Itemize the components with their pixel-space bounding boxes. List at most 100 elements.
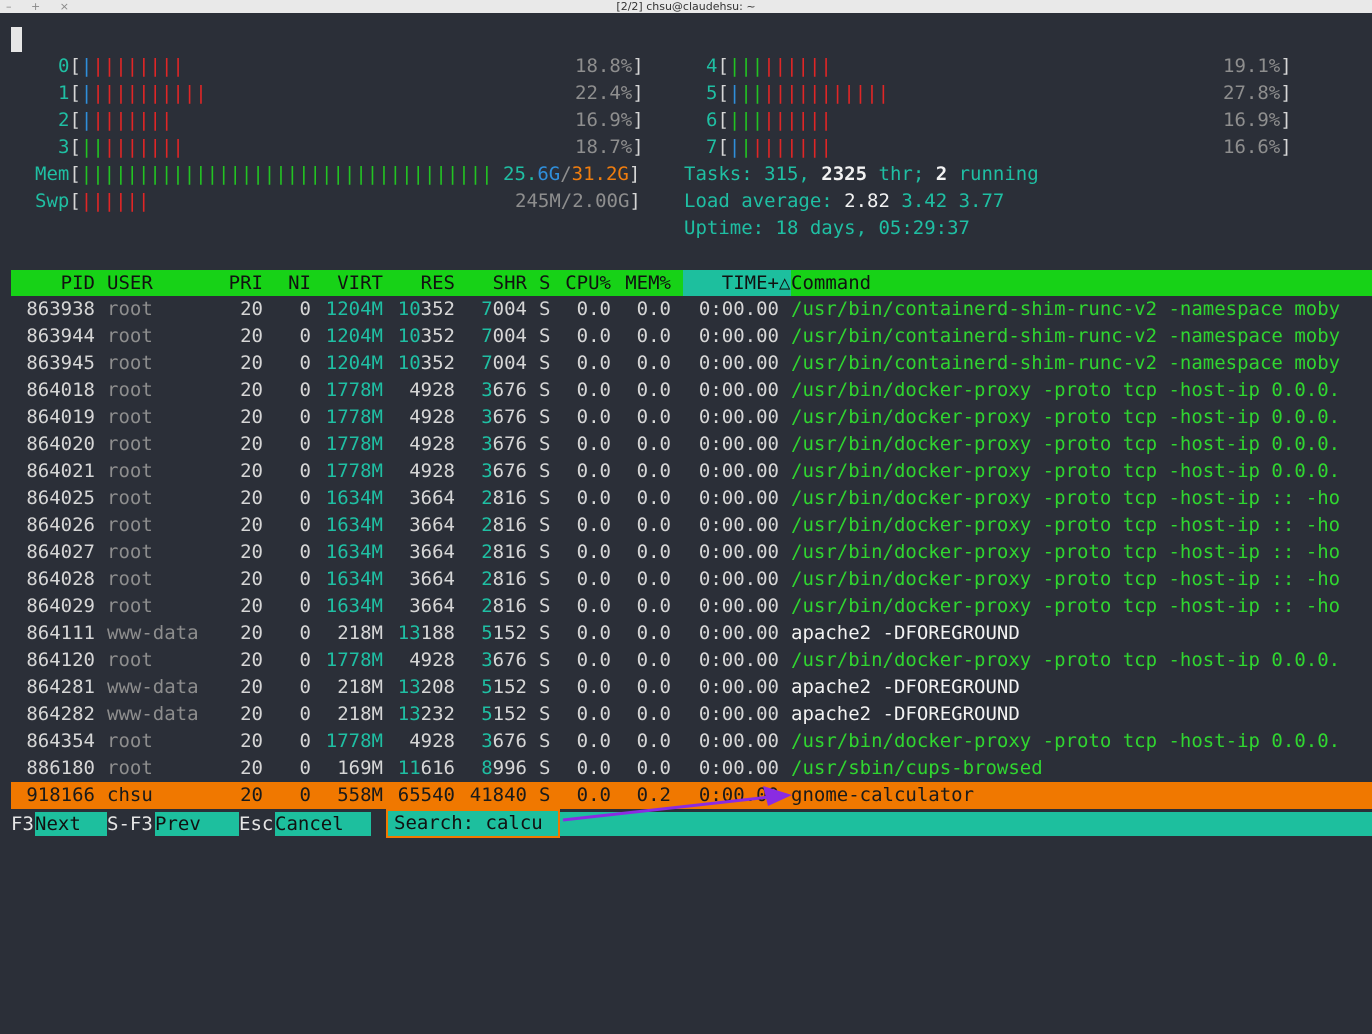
cell-ni: 0 [299,757,311,779]
cell-user: root [107,595,153,617]
cell-res-low: 352 [420,325,455,347]
cell-shr: 5152 [467,620,527,647]
next-button[interactable]: Next [35,812,107,836]
cell-ni: 0 [299,379,311,401]
cell-res: 65540 [395,782,455,809]
cpu-meter-6: 6[||||||||| [706,109,832,131]
col-command[interactable]: Command [791,270,871,296]
cell-res: 10352 [395,323,455,350]
cell-cpu: 0.0 [576,487,611,509]
shift-f3-key[interactable]: S-F3 [107,810,153,838]
cell-s: S [539,568,551,590]
prev-button[interactable]: Prev [155,812,239,836]
process-row[interactable]: 864025 root 20 0 1634M 3664 2816 S 0.0 0.0 0:00.00… [11,485,1372,512]
process-row[interactable]: 864282 www-data 20 0 218M 13232 5152 S 0.0 0.0 0:0… [11,701,1372,728]
cell-shr: 5152 [467,701,527,728]
process-row[interactable]: 863938 root 20 0 1204M 10352 7004 S 0.0 0.0 0:00.0… [11,296,1372,323]
tasks-thr-label: thr; [867,163,936,185]
load-label: Load average: [684,190,845,212]
process-row[interactable]: 864029 root 20 0 1634M 3664 2816 S 0.0 0.0 0:00.00… [11,593,1372,620]
cell-res: 3664 [395,539,455,566]
cell-s: S [539,433,551,455]
process-row[interactable]: 864027 root 20 0 1634M 3664 2816 S 0.0 0.0 0:00.00… [11,539,1372,566]
cell-shr-low: 676 [492,379,527,401]
col-state[interactable]: S [539,270,550,296]
cell-res: 3664 [395,593,455,620]
cpu-id: 4 [706,55,718,77]
cell-mem: 0.0 [636,379,671,401]
cell-mem: 0.0 [636,649,671,671]
process-row[interactable]: 886180 root 20 0 169M 11616 8996 S 0.0 0.0 0:00.00… [11,755,1372,782]
cell-cpu: 0.0 [576,541,611,563]
process-row[interactable]: 863945 root 20 0 1204M 10352 7004 S 0.0 0.0 0:00.0… [11,350,1372,377]
search-input[interactable]: calcu [486,812,543,834]
cell-time: 0:00.00 [698,514,779,536]
cpu-bar-segment: |||||| [763,109,832,131]
cell-res-low: 188 [420,622,455,644]
col-pri[interactable]: PRI [215,270,263,296]
col-res[interactable]: RES [395,270,455,296]
process-row[interactable]: 864019 root 20 0 1778M 4928 3676 S 0.0 0.0 0:00.00… [11,404,1372,431]
cpu-percent: 18.8% [575,55,633,77]
cancel-button[interactable]: Cancel [275,812,371,836]
process-row[interactable]: 863944 root 20 0 1204M 10352 7004 S 0.0 0.0 0:00.0… [11,323,1372,350]
col-virt[interactable]: VIRT [323,270,383,296]
cell-ni: 0 [299,703,311,725]
search-field[interactable]: Search: calcu [386,809,560,838]
cell-res-low: 352 [420,352,455,374]
cell-pid: 864025 [26,487,95,509]
cell-ni: 0 [299,460,311,482]
cpu-bar-segment: |||||||| [92,55,184,77]
cell-s: S [539,487,551,509]
cpu-id: 5 [706,82,718,104]
process-row[interactable]: 864281 www-data 20 0 218M 13208 5152 S 0.0 0.0 0:0… [11,674,1372,701]
cell-cpu: 0.0 [576,649,611,671]
cell-time: 0:00.00 [698,757,779,779]
cell-shr-high: 3 [481,433,493,455]
process-row[interactable]: 864028 root 20 0 1634M 3664 2816 S 0.0 0.0 0:00.00… [11,566,1372,593]
col-shr[interactable]: SHR [467,270,527,296]
process-row[interactable]: 864021 root 20 0 1778M 4928 3676 S 0.0 0.0 0:00.00… [11,458,1372,485]
cell-res-low: 208 [420,676,455,698]
cell-user: root [107,433,153,455]
cell-res: 10352 [395,296,455,323]
process-row[interactable]: 864354 root 20 0 1778M 4928 3676 S 0.0 0.0 0:00.00… [11,728,1372,755]
cell-pid: 864029 [26,595,95,617]
col-pid[interactable]: PID [11,270,95,296]
cell-shr-low: 004 [492,352,527,374]
cell-mem: 0.0 [636,541,671,563]
process-row[interactable]: 864026 root 20 0 1634M 3664 2816 S 0.0 0.0 0:00.00… [11,512,1372,539]
col-time[interactable]: TIME+ [695,270,779,296]
cpu-bar-segment: | [80,109,93,131]
cell-s: S [539,406,551,428]
cell-virt: 1634M [325,487,383,509]
cell-ni: 0 [299,649,311,671]
cpu-bar-segment: |||||||||| [92,82,207,104]
col-ni[interactable]: NI [275,270,311,296]
cell-command: /usr/bin/docker-proxy -proto tcp -host-i… [791,730,1341,752]
cell-cpu: 0.0 [576,703,611,725]
cell-res: 4928 [395,647,455,674]
cell-pid: 864111 [26,622,95,644]
cell-shr: 3676 [467,377,527,404]
load-fifteen: 3.77 [958,190,1005,212]
esc-key[interactable]: Esc [239,810,273,838]
cell-virt: 1204M [325,325,383,347]
col-cpu[interactable]: CPU% [563,270,611,296]
process-row-selected[interactable]: 918166 chsu 20 0 558M 65540 41840 S 0.0 0.2 0:00.0… [11,782,1372,809]
cell-shr: 7004 [467,350,527,377]
process-table-header[interactable]: PID USER PRI NI VIRT RES SHR S CPU% MEM%… [11,270,1372,296]
process-row[interactable]: 864120 root 20 0 1778M 4928 3676 S 0.0 0.0 0:00.00… [11,647,1372,674]
process-row[interactable]: 864111 www-data 20 0 218M 13188 5152 S 0.0 0.0 0:0… [11,620,1372,647]
col-user[interactable]: USER [107,270,153,296]
tasks-threads: 2325 [821,163,868,185]
cell-virt: 1634M [325,568,383,590]
process-row[interactable]: 864018 root 20 0 1778M 4928 3676 S 0.0 0.0 0:00.00… [11,377,1372,404]
col-mem[interactable]: MEM% [623,270,671,296]
cpu-percent-row: 18.8%] [575,55,644,77]
f3-key[interactable]: F3 [11,810,34,838]
process-row[interactable]: 864020 root 20 0 1778M 4928 3676 S 0.0 0.0 0:00.00… [11,431,1372,458]
cpu-meter-2: 2[|||||||| [58,109,173,131]
cell-pid: 864018 [26,379,95,401]
cell-pri: 20 [240,784,263,806]
